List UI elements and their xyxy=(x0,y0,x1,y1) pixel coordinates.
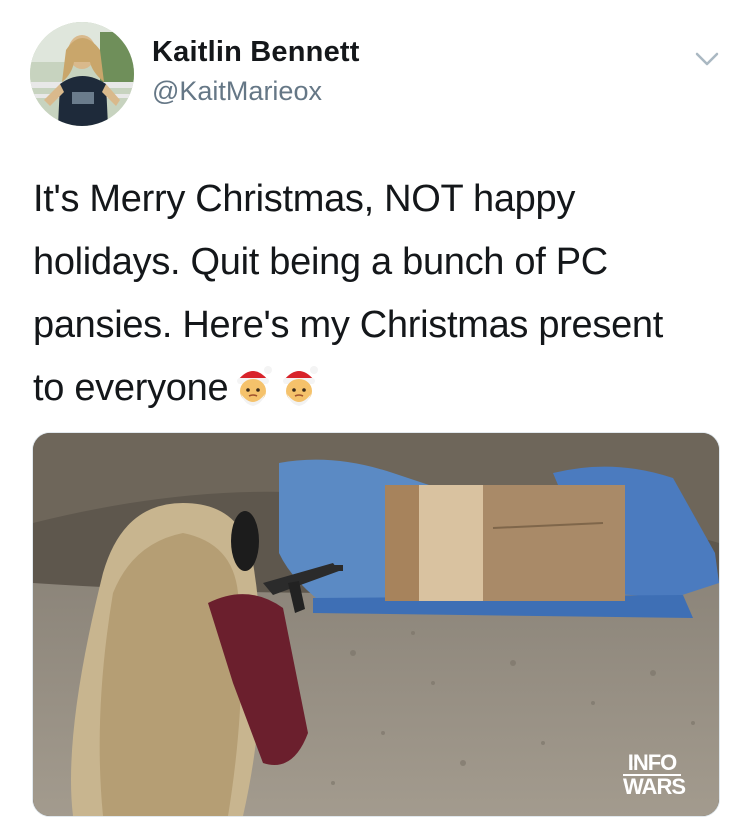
media-image xyxy=(33,433,719,816)
santa-emoji xyxy=(232,364,274,408)
user-handle[interactable]: @KaitMarieox xyxy=(152,76,322,107)
avatar-image xyxy=(30,22,134,126)
tweet-text-line-last: to everyone xyxy=(33,357,723,420)
display-name[interactable]: Kaitlin Bennett xyxy=(152,36,360,69)
watermark-line1: INFO xyxy=(623,752,681,776)
tweet-text-line: holidays. Quit being a bunch of PC xyxy=(33,241,608,283)
tweet: Kaitlin Bennett @KaitMarieox It's Merry … xyxy=(0,0,750,836)
tweet-media[interactable]: INFO WARS xyxy=(32,432,720,817)
tweet-text-line: to everyone xyxy=(33,367,229,409)
infowars-watermark: INFO WARS xyxy=(623,752,686,799)
tweet-text-line: pansies. Here's my Christmas present xyxy=(33,304,664,346)
watermark-line2: WARS xyxy=(623,774,686,799)
santa-emoji xyxy=(278,364,320,408)
tweet-text: It's Merry Christmas, NOT happy holidays… xyxy=(33,168,723,420)
avatar[interactable] xyxy=(30,22,134,126)
tweet-text-line: It's Merry Christmas, NOT happy xyxy=(33,178,576,220)
chevron-down-icon[interactable] xyxy=(692,44,722,74)
